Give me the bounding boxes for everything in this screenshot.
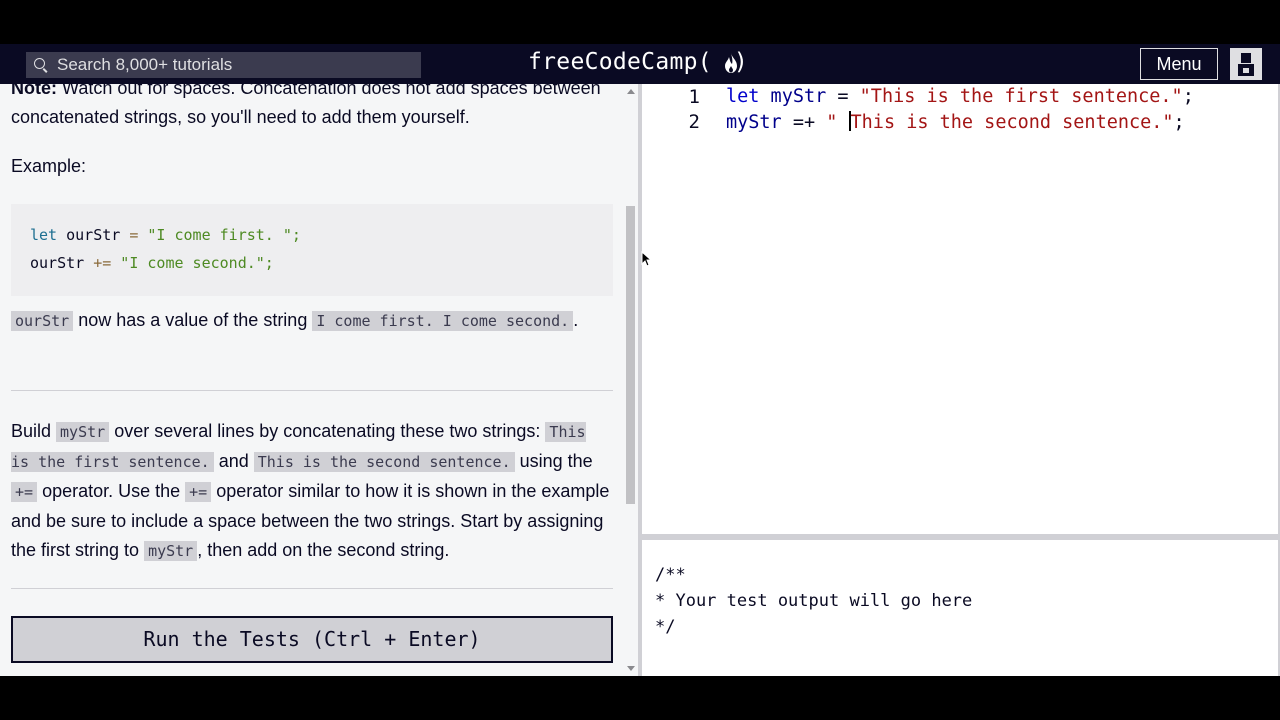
menu-button[interactable]: Menu (1140, 48, 1218, 80)
scroll-down-icon[interactable] (627, 666, 635, 671)
search-placeholder: Search 8,000+ tutorials (57, 55, 233, 74)
example-code-line: let ourStr = "I come first. "; (30, 226, 301, 244)
note-paragraph: Note: Watch out for spaces. Concatenatio… (11, 84, 611, 132)
editor-line[interactable]: myStr =+ " This is the second sentence."… (726, 111, 1185, 133)
scroll-up-icon[interactable] (627, 89, 635, 94)
lesson-panel: Note: Watch out for spaces. Concatenatio… (0, 84, 624, 676)
top-nav: Search 8,000+ tutorials freeCodeCamp() M… (0, 44, 1280, 84)
run-tests-button[interactable]: Run the Tests (Ctrl + Enter) (11, 616, 613, 663)
search-icon (34, 58, 45, 69)
example-label: Example: (11, 156, 87, 176)
divider-line (11, 588, 613, 589)
avatar-icon[interactable] (1230, 48, 1262, 80)
example-code-block: let ourStr = "I come first. "; ourStr +=… (11, 204, 613, 296)
logo-text: freeCodeCamp( (528, 49, 712, 75)
output-line: /** (655, 565, 686, 585)
note-text: Watch out for spaces. Concatenation does… (11, 84, 601, 127)
editor-line[interactable]: let myStr = "This is the first sentence.… (726, 86, 1194, 107)
code-editor[interactable]: 1 let myStr = "This is the first sentenc… (642, 84, 1278, 534)
line-number: 1 (688, 86, 700, 108)
flame-icon (725, 53, 737, 73)
note-bold: Note: (11, 84, 57, 98)
site-logo[interactable]: freeCodeCamp() (528, 49, 748, 75)
scroll-thumb[interactable] (626, 206, 635, 504)
example-code-line: ourStr += "I come second."; (30, 254, 274, 272)
output-line: * Your test output will go here (655, 591, 973, 611)
avatar-figure (1238, 53, 1254, 76)
task-paragraph: Build myStr over several lines by concat… (11, 421, 610, 561)
result-paragraph: ourStr now has a value of the string I c… (11, 306, 611, 336)
divider-line (11, 390, 613, 391)
line-number: 2 (688, 111, 700, 133)
output-line: */ (655, 617, 676, 637)
mouse-pointer-icon (641, 251, 651, 267)
search-input[interactable]: Search 8,000+ tutorials (26, 52, 421, 78)
test-output-panel: /** * Your test output will go here */ (642, 540, 1278, 676)
lesson-scrollbar[interactable] (624, 84, 638, 676)
